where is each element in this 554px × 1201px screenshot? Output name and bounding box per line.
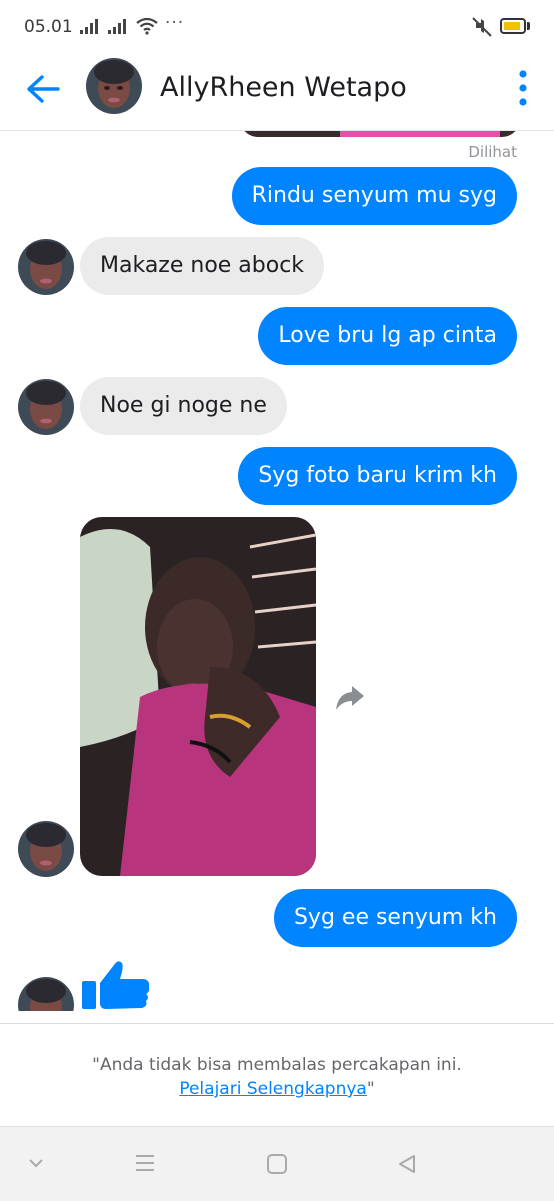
- share-icon[interactable]: [334, 684, 366, 712]
- contact-avatar-small[interactable]: [18, 821, 74, 877]
- chat-header: AllyRheen Wetapo: [0, 52, 554, 131]
- seen-status: Dilihat: [468, 143, 517, 161]
- message-list[interactable]: Dilihat Rindu senyum mu syg Makaze noe a…: [0, 131, 554, 1011]
- contact-avatar-small[interactable]: [18, 977, 74, 1011]
- thumbs-up-icon[interactable]: [80, 959, 152, 1011]
- status-time: 05.01: [24, 17, 73, 37]
- menu-icon[interactable]: [134, 1153, 156, 1173]
- notice-text: "Anda tidak bisa membalas percakapan ini…: [92, 1055, 462, 1075]
- back-icon[interactable]: [396, 1153, 418, 1175]
- chevron-down-icon[interactable]: [26, 1153, 46, 1173]
- home-icon[interactable]: [266, 1153, 288, 1175]
- contact-name[interactable]: AllyRheen Wetapo: [160, 72, 407, 103]
- previous-photo-message[interactable]: [240, 131, 520, 137]
- status-more: ···: [165, 13, 185, 33]
- battery-cap: [527, 22, 530, 30]
- contact-avatar-small[interactable]: [18, 239, 74, 295]
- outgoing-message[interactable]: Syg ee senyum kh: [273, 889, 517, 947]
- incoming-message[interactable]: Makaze noe abock: [80, 237, 325, 295]
- battery-icon: [500, 18, 526, 34]
- outgoing-message[interactable]: Syg foto baru krim kh: [238, 447, 517, 505]
- reply-disabled-notice: "Anda tidak bisa membalas percakapan ini…: [0, 1023, 554, 1127]
- mute-icon: [472, 17, 492, 37]
- more-vertical-icon[interactable]: [508, 68, 538, 108]
- signal-icon: [80, 19, 98, 34]
- contact-avatar-small[interactable]: [18, 379, 74, 435]
- system-nav-bar: [0, 1126, 554, 1201]
- learn-more-link[interactable]: Pelajari Selengkapnya: [179, 1079, 367, 1099]
- outgoing-message[interactable]: Rindu senyum mu syg: [231, 167, 517, 225]
- notice-closing-quote: ": [366, 1079, 375, 1099]
- outgoing-message[interactable]: Love bru lg ap cinta: [258, 307, 517, 365]
- contact-avatar[interactable]: [86, 58, 142, 114]
- photo-message[interactable]: [80, 517, 316, 876]
- incoming-message[interactable]: Noe gi noge ne: [80, 377, 287, 435]
- wifi-icon: [136, 17, 158, 35]
- signal-icon: [108, 19, 126, 34]
- back-arrow-icon[interactable]: [22, 68, 64, 110]
- status-bar: 05.01 ···: [0, 0, 554, 52]
